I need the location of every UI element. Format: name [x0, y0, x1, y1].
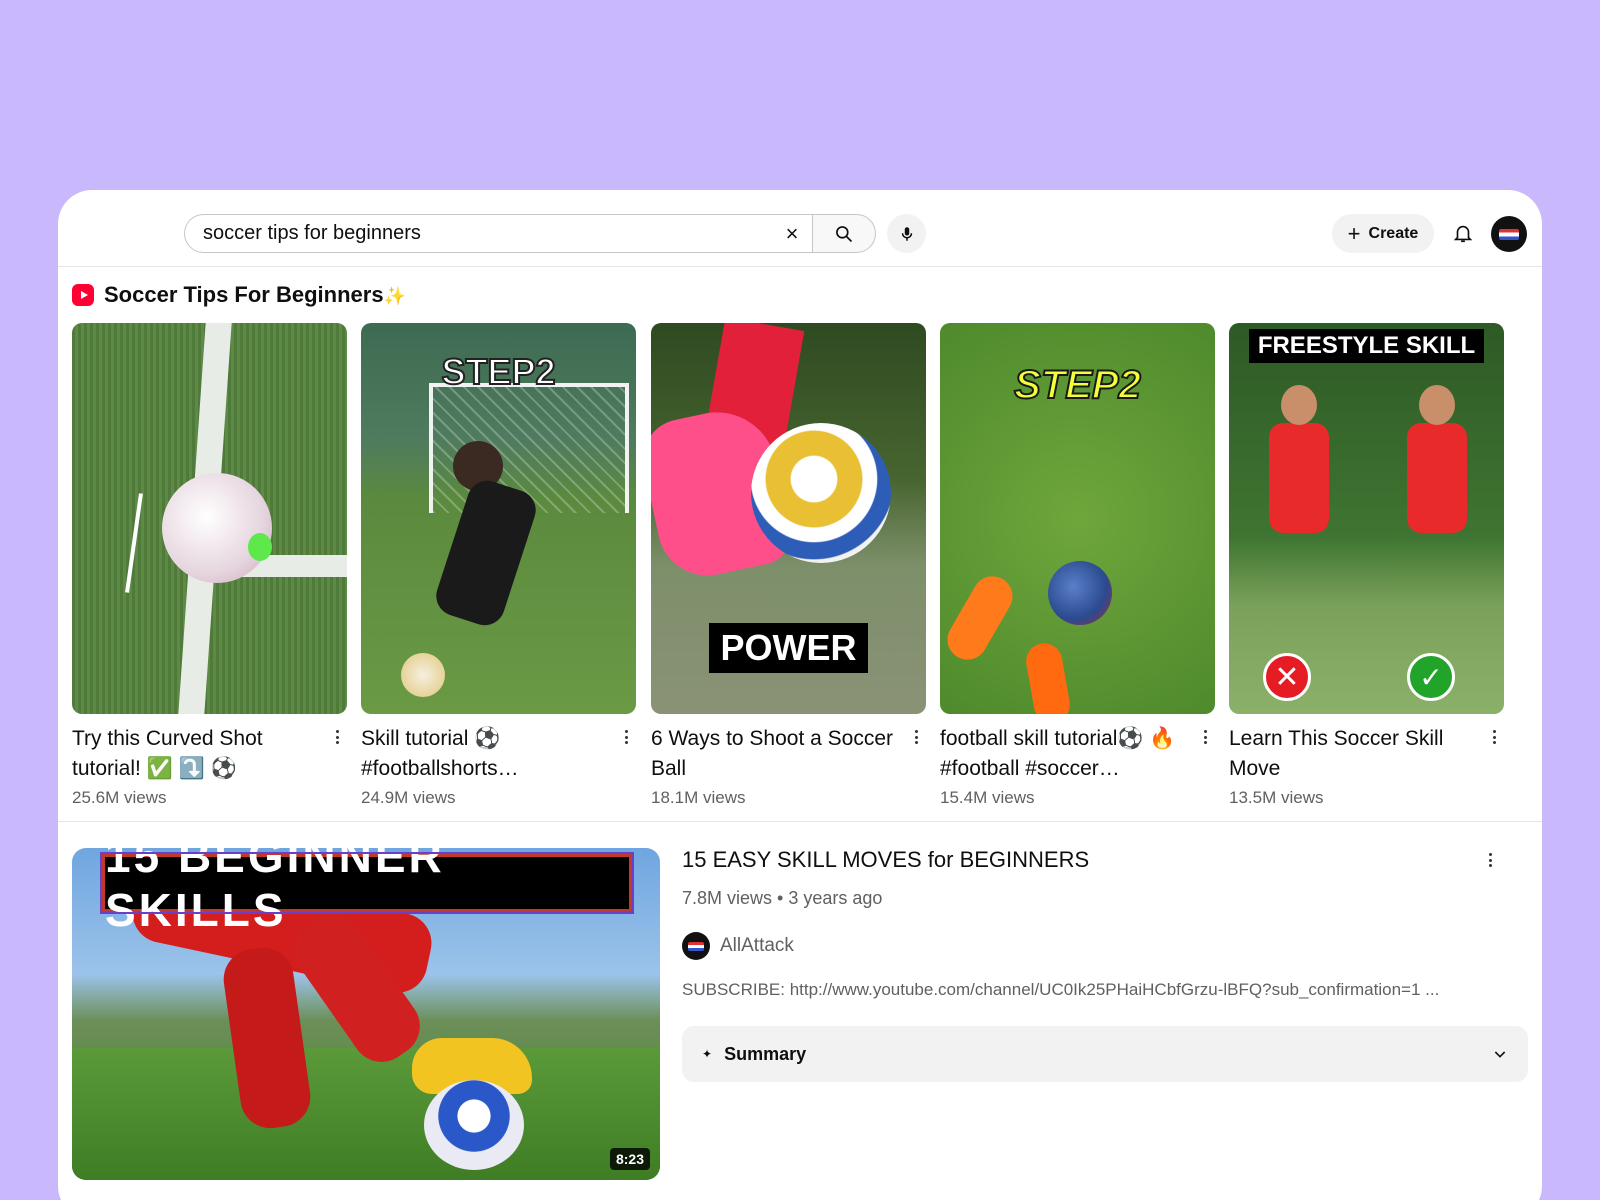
chevron-down-icon [1494, 1051, 1506, 1058]
video-title[interactable]: 15 EASY SKILL MOVES for BEGINNERS [682, 847, 1089, 873]
bell-icon [1453, 225, 1473, 243]
close-icon[interactable]: × [772, 215, 812, 253]
more-vert-icon[interactable] [1197, 727, 1213, 747]
section-divider [58, 821, 1542, 822]
short-card[interactable]: STEP2 Skill tutorial ⚽ #footballshorts… … [361, 323, 636, 808]
channel-name[interactable]: AllAttack [720, 935, 794, 957]
notifications-button[interactable] [1450, 220, 1476, 246]
short-thumbnail[interactable]: STEP2 [361, 323, 636, 714]
thumbnail-caption: STEP2 [1013, 362, 1142, 408]
short-views: 15.4M views [940, 788, 1035, 807]
avatar[interactable] [1491, 216, 1527, 252]
short-title[interactable]: Try this Curved Shot tutorial! ✅ ⤵️ ⚽ [72, 724, 317, 784]
short-views: 18.1M views [651, 788, 746, 807]
short-card[interactable]: POWER 6 Ways to Shoot a Soccer Ball 18.1… [651, 323, 926, 808]
short-title[interactable]: Learn This Soccer Skill Move [1229, 724, 1474, 784]
channel-avatar[interactable] [682, 932, 710, 960]
short-views: 25.6M views [72, 788, 167, 807]
browser-window: soccer tips for beginners × + Create Soc… [58, 190, 1542, 1200]
top-bar: soccer tips for beginners × + Create [58, 190, 1542, 267]
voice-search-button[interactable] [887, 214, 926, 253]
short-title[interactable]: 6 Ways to Shoot a Soccer Ball [651, 724, 896, 784]
channel-link[interactable]: AllAttack [682, 932, 794, 960]
short-views: 13.5M views [1229, 788, 1324, 807]
search-icon [836, 225, 853, 242]
thumbnail-caption: STEP2 [440, 350, 556, 393]
short-thumbnail[interactable] [72, 323, 347, 714]
thumbnail-caption: 15 BEGINNER SKILLS [100, 848, 634, 936]
short-thumbnail[interactable]: STEP2 [940, 323, 1215, 714]
video-thumbnail[interactable]: 15 BEGINNER SKILLS 8:23 [72, 848, 660, 1180]
short-thumbnail[interactable]: POWER [651, 323, 926, 714]
more-vert-icon[interactable] [1486, 727, 1502, 747]
summary-label: Summary [724, 1043, 807, 1064]
shelf-title-text: Soccer Tips For Beginners [104, 282, 384, 307]
short-card[interactable]: ✕ ✓ FREESTYLE SKILL Learn This Soccer Sk… [1229, 323, 1504, 808]
plus-icon: + [1347, 220, 1361, 246]
short-card[interactable]: STEP2 football skill tutorial⚽ 🔥 #footba… [940, 323, 1215, 808]
video-description: SUBSCRIBE: http://www.youtube.com/channe… [682, 980, 1440, 999]
summary-expander[interactable]: ✦ Summary [682, 1026, 1528, 1082]
shorts-logo-icon [72, 284, 94, 306]
duration-badge: 8:23 [609, 1148, 650, 1170]
more-vert-icon[interactable] [1482, 850, 1498, 870]
short-title[interactable]: Skill tutorial ⚽ #footballshorts… [361, 724, 606, 784]
search-button[interactable] [812, 214, 876, 253]
mic-icon [901, 226, 912, 241]
short-card[interactable]: Try this Curved Shot tutorial! ✅ ⤵️ ⚽ 25… [72, 323, 347, 808]
short-title[interactable]: football skill tutorial⚽ 🔥 #football #so… [940, 724, 1185, 784]
search-query[interactable]: soccer tips for beginners [203, 222, 772, 245]
thumbnail-caption: POWER [709, 623, 868, 673]
short-thumbnail[interactable]: ✕ ✓ FREESTYLE SKILL [1229, 323, 1504, 714]
sparkle-icon: ✦ [702, 1047, 713, 1061]
create-label: Create [1368, 224, 1419, 242]
video-meta: 7.8M views • 3 years ago [682, 888, 883, 908]
short-views: 24.9M views [361, 788, 456, 807]
more-vert-icon[interactable] [329, 727, 345, 747]
thumbnail-caption: FREESTYLE SKILL [1249, 329, 1484, 363]
more-vert-icon[interactable] [618, 727, 634, 747]
more-vert-icon[interactable] [908, 727, 924, 747]
create-button[interactable]: + Create [1332, 214, 1434, 253]
search-input[interactable]: soccer tips for beginners × [184, 214, 812, 253]
sparkle-emoji: ✨ [383, 286, 406, 306]
shelf-title: Soccer Tips For Beginners✨ [72, 282, 406, 308]
